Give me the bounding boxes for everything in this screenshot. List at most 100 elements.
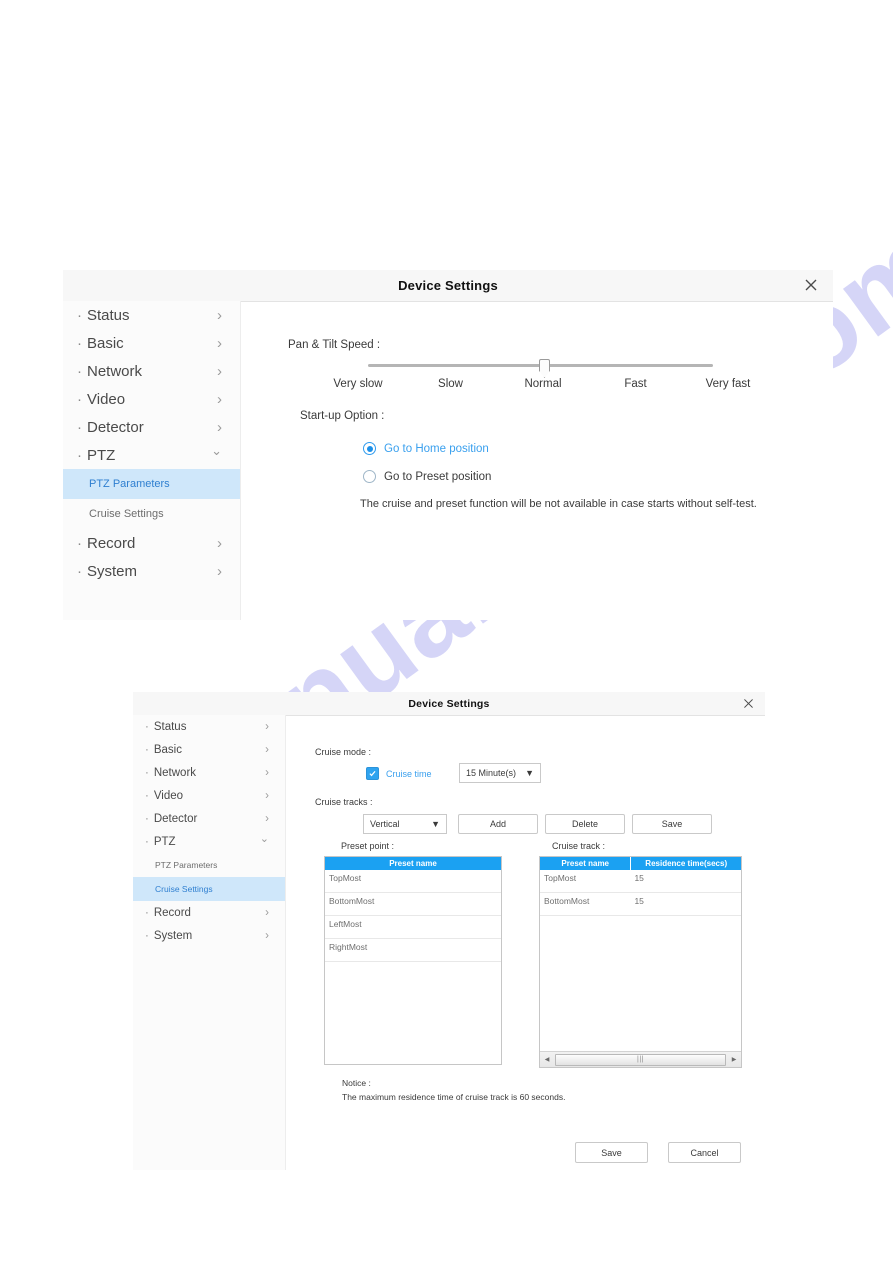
cancel-button[interactable]: Cancel <box>668 1142 741 1163</box>
radio-icon-checked[interactable] <box>363 442 376 455</box>
delete-button[interactable]: Delete <box>545 814 625 834</box>
sidebar-item-network[interactable]: · Network › <box>133 761 285 784</box>
cell-preset-name: TopMost <box>329 873 362 883</box>
device-settings-dialog-cruise-settings: Device Settings · Status › · Basic › · Netw… <box>133 692 765 1170</box>
close-icon[interactable] <box>803 277 821 295</box>
cruise-time-label: Cruise time <box>386 768 432 779</box>
column-header-preset-name: Preset name <box>561 859 610 868</box>
chevron-down-icon: ▼ <box>525 768 534 778</box>
slider-thumb[interactable] <box>539 359 550 378</box>
sidebar-item-detector[interactable]: · Detector › <box>63 413 240 441</box>
radio-label: Go to Home position <box>384 442 489 455</box>
table-row[interactable]: BottomMost <box>325 893 501 916</box>
bullet-icon: · <box>145 812 149 825</box>
bullet-icon: · <box>77 446 82 464</box>
save-button-label: Save <box>601 1147 622 1158</box>
save-tracks-button[interactable]: Save <box>632 814 712 834</box>
delete-button-label: Delete <box>571 819 598 829</box>
cruise-track-select[interactable]: Vertical ▼ <box>363 814 447 834</box>
table-row[interactable]: TopMost 15 <box>540 870 741 893</box>
sidebar-item-label: Record <box>153 906 191 919</box>
bullet-icon: · <box>145 766 149 779</box>
chevron-right-icon: › <box>265 812 269 825</box>
horizontal-scrollbar[interactable]: ◀ ||| ▶ <box>540 1051 741 1067</box>
sidebar-subitem-cruise-settings[interactable]: Cruise Settings <box>133 877 285 901</box>
speed-tick-labels: Very slow Slow Normal Fast Very fast <box>313 378 773 390</box>
radio-go-to-home-position[interactable]: Go to Home position <box>363 442 489 455</box>
sidebar: · Status › · Basic › · Network › · Video › ·… <box>63 301 241 620</box>
pan-tilt-speed-slider[interactable] <box>368 358 713 380</box>
sidebar-item-label: Status <box>153 720 187 733</box>
save-button[interactable]: Save <box>575 1142 648 1163</box>
chevron-right-icon: › <box>217 306 222 324</box>
startup-option-label: Start-up Option : <box>300 410 385 422</box>
table-row[interactable]: TopMost <box>325 870 501 893</box>
radio-go-to-preset-position[interactable]: Go to Preset position <box>363 470 491 483</box>
sidebar-item-detector[interactable]: · Detector › <box>133 807 285 830</box>
sidebar-subitem-label: Cruise Settings <box>89 508 164 520</box>
sidebar-item-label: System <box>153 929 193 942</box>
table-row[interactable]: LeftMost <box>325 916 501 939</box>
sidebar-item-basic[interactable]: · Basic › <box>133 738 285 761</box>
cruise-time-select-value: 15 Minute(s) <box>466 768 517 778</box>
scroll-right-arrow[interactable]: ▶ <box>727 1052 741 1067</box>
cruise-time-checkbox[interactable] <box>366 767 379 780</box>
bullet-icon: · <box>77 334 82 352</box>
table-row[interactable]: BottomMost 15 <box>540 893 741 916</box>
sidebar-item-ptz[interactable]: · PTZ ⌄ <box>133 830 285 853</box>
sidebar-item-record[interactable]: · Record › <box>63 529 240 557</box>
sidebar-item-basic[interactable]: · Basic › <box>63 329 240 357</box>
bullet-icon: · <box>145 789 149 802</box>
device-settings-dialog-ptz-parameters: Device Settings · Status › · Basic › · Netw… <box>63 270 833 620</box>
add-button-label: Add <box>489 819 506 829</box>
sidebar-item-video[interactable]: · Video › <box>63 385 240 413</box>
bullet-icon: · <box>77 562 82 580</box>
cell-preset-name: RightMost <box>329 942 368 952</box>
cruise-time-select[interactable]: 15 Minute(s) ▼ <box>459 763 541 783</box>
sidebar-subitem-ptz-parameters[interactable]: PTZ Parameters <box>63 469 240 499</box>
chevron-right-icon: › <box>217 334 222 352</box>
sidebar-item-system[interactable]: · System › <box>63 557 240 585</box>
close-icon[interactable] <box>742 697 756 711</box>
radio-icon-unchecked[interactable] <box>363 470 376 483</box>
sidebar-item-label: Video <box>87 390 126 408</box>
dialog-titlebar: Device Settings <box>133 692 765 716</box>
cruise-track-select-value: Vertical <box>370 819 400 829</box>
cruise-mode-label: Cruise mode : <box>315 747 372 757</box>
chevron-right-icon: › <box>265 789 269 802</box>
dialog-titlebar: Device Settings <box>63 270 833 302</box>
sidebar-item-ptz[interactable]: · PTZ ⌄ <box>63 441 240 469</box>
add-button[interactable]: Add <box>458 814 538 834</box>
preset-point-table-header: Preset name <box>325 857 501 870</box>
bullet-icon: · <box>145 835 149 848</box>
table-row[interactable]: RightMost <box>325 939 501 962</box>
sidebar-subitem-cruise-settings[interactable]: Cruise Settings <box>63 499 240 529</box>
column-header-residence-time: Residence time(secs) <box>630 857 741 870</box>
column-header-preset-name: Preset name <box>389 859 437 868</box>
scroll-left-arrow[interactable]: ◀ <box>540 1052 554 1067</box>
sidebar-subitem-ptz-parameters[interactable]: PTZ Parameters <box>133 853 285 877</box>
sidebar-item-system[interactable]: · System › <box>133 924 285 947</box>
sidebar-item-record[interactable]: · Record › <box>133 901 285 924</box>
sidebar-item-video[interactable]: · Video › <box>133 784 285 807</box>
sidebar-item-network[interactable]: · Network › <box>63 357 240 385</box>
speed-tick-very-fast: Very fast <box>705 378 751 390</box>
cruise-track-table[interactable]: Preset name Residence time(secs) TopMost… <box>539 856 742 1068</box>
bullet-icon: · <box>145 906 149 919</box>
sidebar-item-status[interactable]: · Status › <box>133 715 285 738</box>
chevron-right-icon: › <box>217 562 222 580</box>
cell-preset-name: BottomMost <box>329 896 375 906</box>
sidebar-item-label: Basic <box>153 743 182 756</box>
sidebar-item-label: PTZ <box>87 446 116 464</box>
bullet-icon: · <box>77 418 82 436</box>
chevron-right-icon: › <box>217 534 222 552</box>
cancel-button-label: Cancel <box>690 1147 719 1158</box>
sidebar-item-label: Network <box>87 362 143 380</box>
cell-preset-name: TopMost <box>544 873 577 883</box>
cruise-tracks-label: Cruise tracks : <box>315 797 373 807</box>
preset-point-table[interactable]: Preset name TopMost BottomMost LeftMost … <box>324 856 502 1065</box>
sidebar-item-status[interactable]: · Status › <box>63 301 240 329</box>
chevron-right-icon: › <box>265 929 269 942</box>
scrollbar-thumb[interactable]: ||| <box>555 1053 726 1066</box>
chevron-right-icon: › <box>265 906 269 919</box>
